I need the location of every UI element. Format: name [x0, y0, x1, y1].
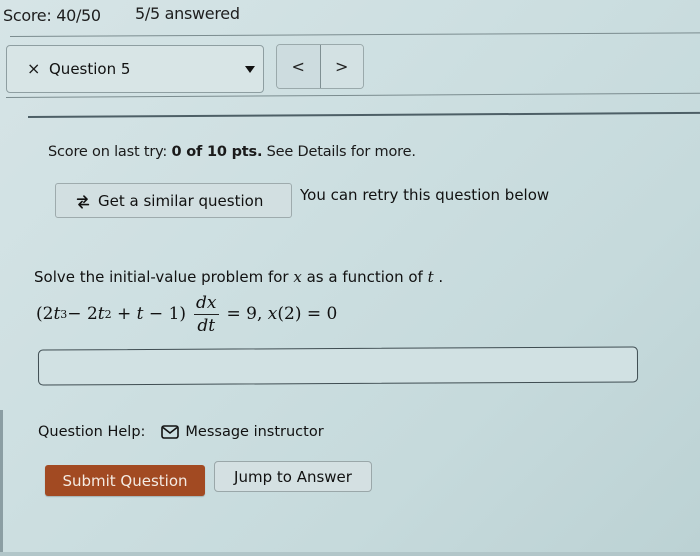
submit-question-button[interactable]: Submit Question	[45, 465, 205, 496]
eq-exponent: 2	[104, 307, 112, 321]
answer-input[interactable]	[37, 346, 639, 386]
score-total: Score: 40/50	[3, 6, 101, 25]
eq-part: (2) = 0	[277, 304, 338, 324]
page-edge	[0, 552, 700, 556]
last-try-feedback: Score on last try: 0 of 10 pts. See Deta…	[48, 144, 416, 160]
eq-var: x	[267, 304, 278, 324]
chevron-left-icon: <	[291, 57, 305, 76]
close-icon[interactable]: ×	[27, 59, 40, 78]
eq-part: − 2	[67, 304, 98, 324]
similar-question-button[interactable]: Get a similar question	[55, 183, 292, 218]
envelope-icon	[161, 425, 180, 439]
prompt-text: as a function of	[301, 268, 428, 286]
eq-part: = 9,	[226, 304, 268, 324]
question-help-label: Question Help:	[38, 424, 146, 440]
question-pager: < >	[276, 44, 364, 89]
caret-down-icon	[245, 66, 255, 73]
feedback-details: See Details for more.	[262, 144, 416, 160]
eq-part: − 1)	[143, 304, 187, 324]
refresh-icon	[76, 194, 90, 209]
previous-question-button[interactable]: <	[277, 45, 321, 88]
divider	[9, 32, 700, 37]
question-select[interactable]: × Question 5	[6, 45, 264, 93]
similar-question-label: Get a similar question	[98, 191, 264, 210]
message-instructor-link[interactable]: Message instructor	[161, 424, 324, 440]
eq-part: (2	[36, 304, 54, 324]
eq-var: t	[136, 304, 144, 324]
message-instructor-label: Message instructor	[185, 424, 324, 440]
eq-exponent: 3	[60, 307, 68, 321]
differential-equation: (2 t 3 − 2t2 + t − 1) dx dt = 9, x (2) = 0	[36, 288, 337, 340]
divider	[5, 92, 700, 98]
feedback-prefix: Score on last try:	[48, 144, 172, 160]
eq-var: t	[97, 304, 105, 324]
assessment-header: Score: 40/50 5/5 answered	[0, 0, 700, 30]
prompt-text: Solve the initial-value problem for	[34, 268, 294, 286]
retry-hint: You can retry this question below	[300, 186, 550, 204]
next-question-button[interactable]: >	[320, 45, 363, 88]
fraction-denominator: dt	[197, 315, 216, 336]
chevron-right-icon: >	[335, 57, 349, 76]
feedback-score: 0 of 10 pts.	[171, 144, 263, 160]
eq-var: t	[53, 304, 61, 324]
derivative-fraction: dx dt	[194, 292, 219, 336]
eq-part: +	[111, 304, 137, 324]
prompt-text: .	[433, 268, 444, 286]
question-panel-border	[27, 111, 700, 118]
question-help: Question Help: Message instructor	[38, 424, 324, 440]
answered-count: 5/5 answered	[135, 4, 240, 23]
page-edge	[0, 410, 3, 556]
math-variable: x	[293, 268, 302, 286]
question-prompt: Solve the initial-value problem for x as…	[34, 268, 443, 286]
fraction-numerator: dx	[194, 292, 219, 315]
jump-to-answer-button[interactable]: Jump to Answer	[214, 461, 372, 492]
selected-question-label: Question 5	[49, 60, 131, 78]
